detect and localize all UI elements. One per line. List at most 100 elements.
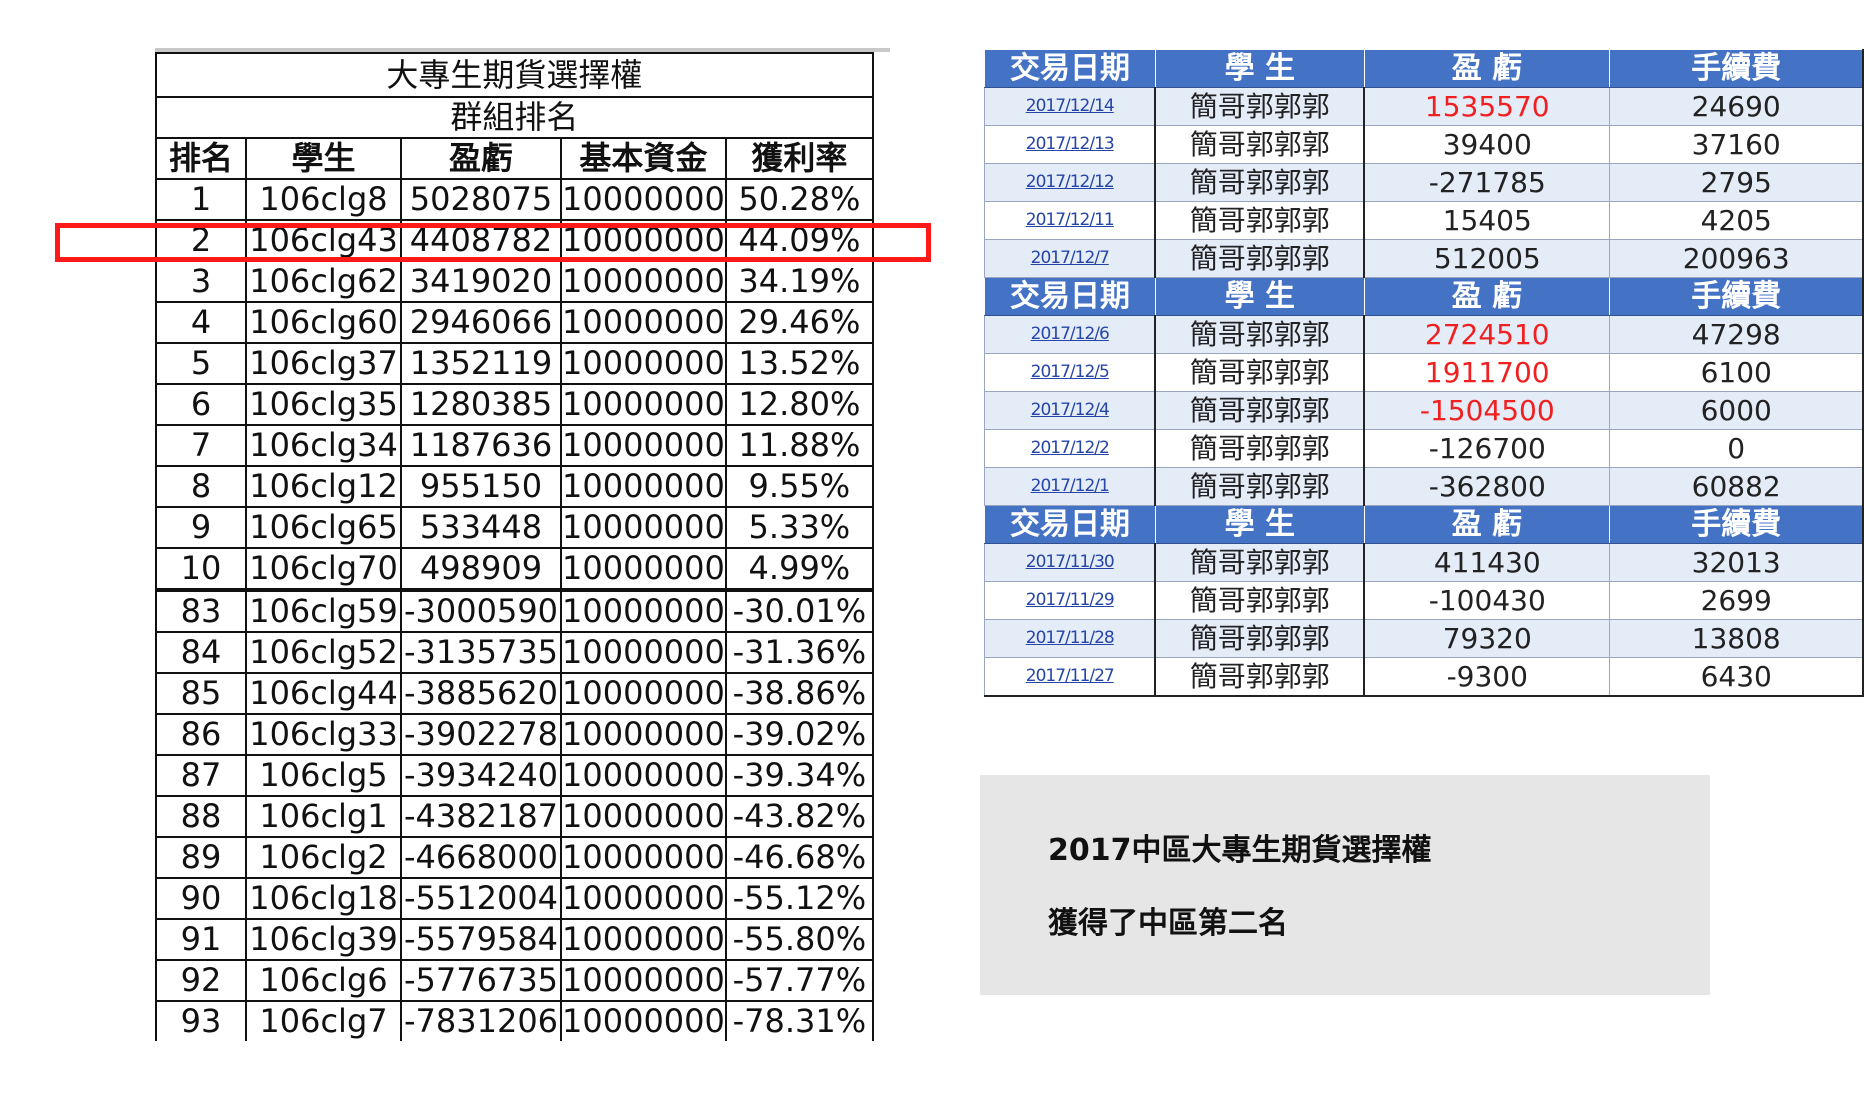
rank-cell: 91 <box>155 918 247 961</box>
return-rate-cell: -39.02% <box>724 713 874 756</box>
profit-loss-cell: 1187636 <box>400 424 562 467</box>
table-row: 90 106clg18 -5512004 10000000 -55.12% <box>155 877 874 920</box>
trade-date-link[interactable]: 2017/12/2 <box>984 429 1156 468</box>
return-rate-cell: 34.19% <box>724 260 874 303</box>
trade-row: 2017/12/4 簡哥郭郭郭 -1504500 6000 <box>984 391 1864 430</box>
trade-fee-cell: 6430 <box>1609 657 1864 697</box>
rank-cell: 86 <box>155 713 247 756</box>
student-cell: 106clg33 <box>245 713 402 756</box>
base-capital-cell: 10000000 <box>560 1000 727 1041</box>
return-rate-cell: 11.88% <box>724 424 874 467</box>
return-rate-cell: 9.55% <box>724 465 874 508</box>
base-capital-cell: 10000000 <box>560 547 727 591</box>
base-capital-cell: 10000000 <box>560 342 727 385</box>
trade-date-link[interactable]: 2017/12/13 <box>984 125 1156 164</box>
trade-date-link[interactable]: 2017/11/30 <box>984 543 1156 582</box>
highlight-box-second-place <box>55 223 931 262</box>
rank-cell: 8 <box>155 465 247 508</box>
trade-row: 2017/12/1 簡哥郭郭郭 -362800 60882 <box>984 467 1864 506</box>
trade-student-cell: 簡哥郭郭郭 <box>1154 125 1366 164</box>
profit-loss-cell: 533448 <box>400 506 562 549</box>
trade-profit-loss-cell: 1535570 <box>1363 87 1611 126</box>
profit-loss-cell: -3934240 <box>400 754 562 797</box>
trade-student-cell: 簡哥郭郭郭 <box>1154 87 1366 126</box>
base-capital-cell: 10000000 <box>560 959 727 1002</box>
return-rate-cell: 13.52% <box>724 342 874 385</box>
return-rate-cell: 12.80% <box>724 383 874 426</box>
trade-date-link[interactable]: 2017/12/4 <box>984 391 1156 430</box>
trade-profit-loss-cell: 39400 <box>1363 125 1611 164</box>
return-rate-cell: 5.33% <box>724 506 874 549</box>
return-rate-cell: -57.77% <box>724 959 874 1002</box>
header-profit-loss: 盈 虧 <box>1363 49 1611 88</box>
header-fee: 手續費 <box>1609 277 1864 316</box>
profit-loss-cell: 2946066 <box>400 301 562 344</box>
base-capital-cell: 10000000 <box>560 795 727 838</box>
base-capital-cell: 10000000 <box>560 260 727 303</box>
trade-date-link[interactable]: 2017/11/29 <box>984 581 1156 620</box>
return-rate-cell: -30.01% <box>724 588 874 633</box>
profit-loss-cell: -4668000 <box>400 836 562 879</box>
trade-profit-loss-cell: 15405 <box>1363 201 1611 240</box>
student-cell: 106clg65 <box>245 506 402 549</box>
table-row: 86 106clg33 -3902278 10000000 -39.02% <box>155 713 874 756</box>
trade-date-link[interactable]: 2017/12/7 <box>984 239 1156 278</box>
trade-date-link[interactable]: 2017/11/27 <box>984 657 1156 697</box>
trade-student-cell: 簡哥郭郭郭 <box>1154 581 1366 620</box>
table-row: 6 106clg35 1280385 10000000 12.80% <box>155 383 874 426</box>
trade-date-link[interactable]: 2017/11/28 <box>984 619 1156 658</box>
trade-fee-cell: 0 <box>1609 429 1864 468</box>
rank-cell: 10 <box>155 547 247 591</box>
header-rank: 排名 <box>155 137 247 180</box>
base-capital-cell: 10000000 <box>560 178 727 221</box>
student-cell: 106clg35 <box>245 383 402 426</box>
table-row: 92 106clg6 -5776735 10000000 -57.77% <box>155 959 874 1002</box>
profit-loss-cell: -3885620 <box>400 672 562 715</box>
base-capital-cell: 10000000 <box>560 713 727 756</box>
header-profit-loss: 盈 虧 <box>1363 505 1611 544</box>
base-capital-cell: 10000000 <box>560 383 727 426</box>
rank-cell: 92 <box>155 959 247 1002</box>
trade-profit-loss-cell: -271785 <box>1363 163 1611 202</box>
table-row: 85 106clg44 -3885620 10000000 -38.86% <box>155 672 874 715</box>
trade-student-cell: 簡哥郭郭郭 <box>1154 429 1366 468</box>
header-trade-date: 交易日期 <box>984 277 1156 316</box>
base-capital-cell: 10000000 <box>560 506 727 549</box>
profit-loss-cell: 5028075 <box>400 178 562 221</box>
trade-date-link[interactable]: 2017/12/6 <box>984 315 1156 354</box>
trade-date-link[interactable]: 2017/12/11 <box>984 201 1156 240</box>
return-rate-cell: 50.28% <box>724 178 874 221</box>
base-capital-cell: 10000000 <box>560 754 727 797</box>
trade-header-row: 交易日期學 生盈 虧手續費 <box>984 505 1864 544</box>
rank-cell: 3 <box>155 260 247 303</box>
header-student: 學 生 <box>1154 49 1365 88</box>
trade-date-link[interactable]: 2017/12/12 <box>984 163 1156 202</box>
trade-student-cell: 簡哥郭郭郭 <box>1154 619 1366 658</box>
rank-cell: 7 <box>155 424 247 467</box>
rank-cell: 88 <box>155 795 247 838</box>
table-row: 3 106clg62 3419020 10000000 34.19% <box>155 260 874 303</box>
base-capital-cell: 10000000 <box>560 877 727 920</box>
student-cell: 106clg60 <box>245 301 402 344</box>
student-cell: 106clg8 <box>245 178 402 221</box>
base-capital-cell: 10000000 <box>560 424 727 467</box>
trade-profit-loss-cell: 1911700 <box>1363 353 1611 392</box>
student-cell: 106clg62 <box>245 260 402 303</box>
trade-fee-cell: 6100 <box>1609 353 1864 392</box>
rank-cell: 83 <box>155 588 247 633</box>
rank-cell: 5 <box>155 342 247 385</box>
trade-fee-cell: 32013 <box>1609 543 1864 582</box>
profit-loss-cell: -5579584 <box>400 918 562 961</box>
trade-fee-cell: 60882 <box>1609 467 1864 506</box>
trade-date-link[interactable]: 2017/12/14 <box>984 87 1156 126</box>
base-capital-cell: 10000000 <box>560 588 727 633</box>
trade-fee-cell: 24690 <box>1609 87 1864 126</box>
trade-profit-loss-cell: -1504500 <box>1363 391 1611 430</box>
trade-fee-cell: 13808 <box>1609 619 1864 658</box>
student-cell: 106clg59 <box>245 588 402 633</box>
trade-date-link[interactable]: 2017/12/1 <box>984 467 1156 506</box>
student-cell: 106clg44 <box>245 672 402 715</box>
trade-date-link[interactable]: 2017/12/5 <box>984 353 1156 392</box>
trade-fee-cell: 47298 <box>1609 315 1864 354</box>
return-rate-cell: -31.36% <box>724 631 874 674</box>
